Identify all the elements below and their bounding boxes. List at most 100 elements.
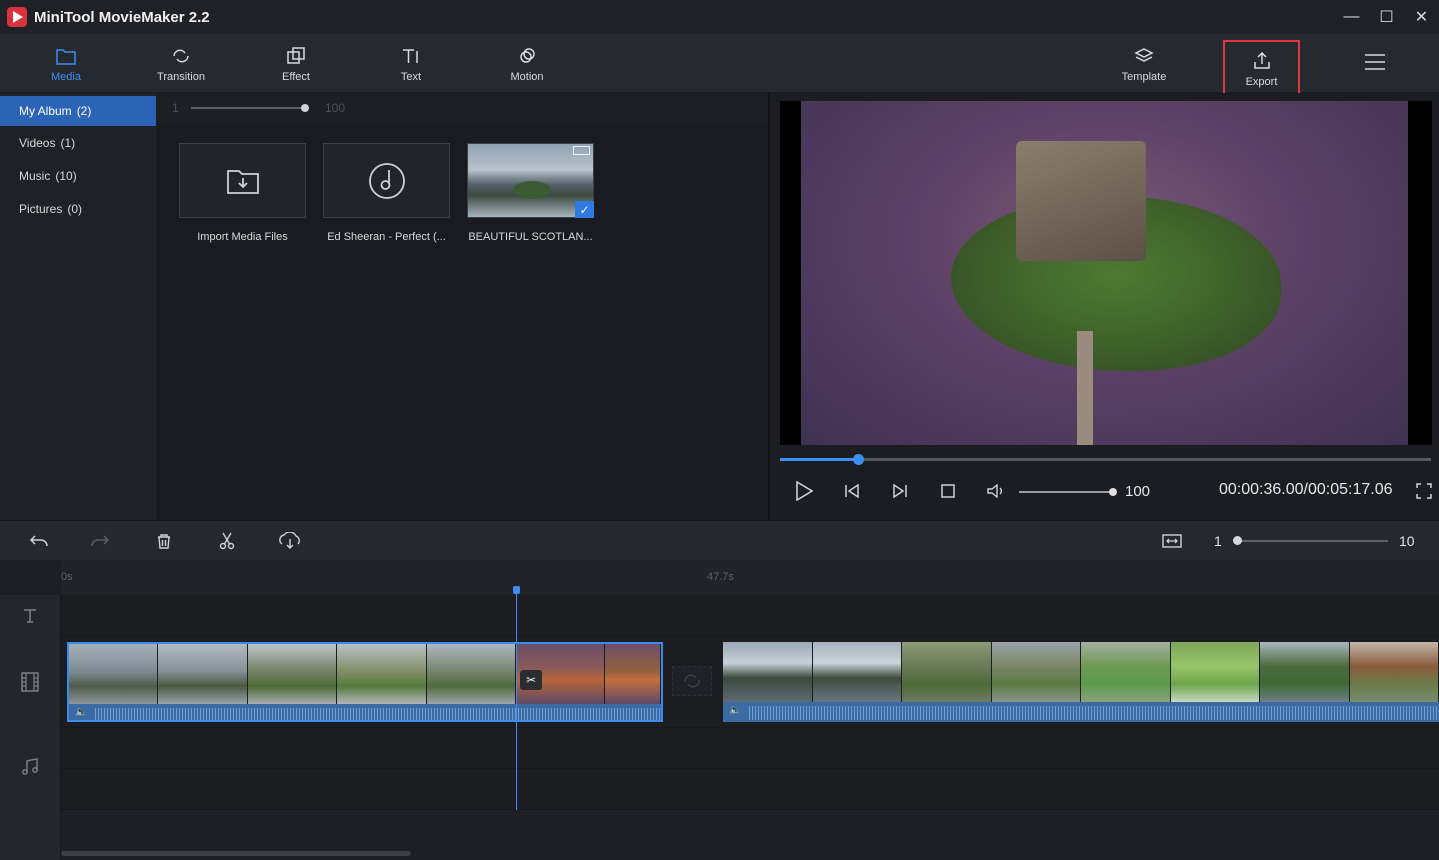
- thumbnail-size-handle[interactable]: [301, 104, 309, 112]
- video-clip[interactable]: 🔈: [723, 642, 1439, 722]
- tab-motion[interactable]: Motion: [482, 34, 572, 93]
- sidebar-item-count: (0): [67, 201, 83, 216]
- audio-speaker-icon: 🔈: [729, 705, 742, 716]
- text-icon: [400, 45, 422, 67]
- timeline-ruler[interactable]: 0s 47.7s: [61, 560, 1439, 595]
- tab-text[interactable]: Text: [366, 34, 456, 93]
- seek-bar[interactable]: [780, 458, 1431, 461]
- timeline-zoom-slider[interactable]: [1238, 540, 1388, 542]
- import-folder-icon: [226, 169, 259, 194]
- waveform: [749, 706, 1439, 720]
- window-controls: — ☐ ✕: [1334, 0, 1439, 34]
- clip-frame: [1170, 642, 1260, 702]
- clip-frames: [69, 644, 661, 704]
- close-button[interactable]: ✕: [1404, 0, 1439, 34]
- clip-frame: [158, 644, 248, 704]
- music-track-icon: [19, 757, 41, 777]
- music-thumb[interactable]: [323, 143, 450, 218]
- clip-frame: [426, 644, 516, 704]
- import-media-card[interactable]: Import Media Files: [179, 143, 306, 243]
- transition-placeholder-icon: [684, 674, 700, 688]
- media-item-video[interactable]: ✓ BEAUTIFUL SCOTLAN...: [467, 143, 594, 243]
- thumbnail-size-min: 1: [172, 101, 179, 115]
- export-label: Export: [1245, 75, 1278, 88]
- text-track-icon: [19, 606, 41, 626]
- media-label: Import Media Files: [197, 231, 288, 243]
- step-back-icon: [845, 484, 859, 498]
- tab-effect-label: Effect: [282, 70, 310, 83]
- clip-frames: [723, 642, 1439, 702]
- timeline-scrollbar[interactable]: [61, 851, 411, 856]
- folder-icon: [55, 45, 77, 67]
- music-track[interactable]: [61, 728, 1439, 769]
- scissors-icon: [219, 532, 235, 550]
- volume-button[interactable]: [983, 480, 1009, 502]
- playhead[interactable]: [516, 590, 517, 810]
- sidebar-item-count: (10): [55, 168, 77, 183]
- island-thumbnail-shape: [513, 181, 551, 199]
- ruler-label-start: 0s: [61, 571, 73, 583]
- redo-button[interactable]: [88, 530, 112, 552]
- export-button[interactable]: Export: [1223, 40, 1300, 97]
- waveform: [95, 708, 661, 720]
- sidebar-item-count: (2): [76, 104, 92, 118]
- thumbnail-size-slider: 1 100: [158, 93, 768, 123]
- clip-frame: [247, 644, 338, 704]
- clip-audio-waveform: 🔈: [723, 702, 1439, 722]
- video-type-icon: [573, 146, 590, 155]
- tab-effect[interactable]: Effect: [251, 34, 341, 93]
- fullscreen-icon[interactable]: [1416, 483, 1432, 499]
- timeline-toolbar: 1 10: [0, 520, 1439, 560]
- transition-slot[interactable]: [672, 666, 712, 696]
- minimize-button[interactable]: —: [1334, 0, 1369, 34]
- clip-frame: [605, 644, 661, 704]
- next-frame-button[interactable]: [887, 480, 913, 502]
- timeline-zoom-max: 10: [1399, 533, 1415, 549]
- previous-frame-button[interactable]: [839, 480, 865, 502]
- split-button[interactable]: [215, 530, 239, 552]
- template-button[interactable]: Template: [1099, 34, 1189, 93]
- main-toolbar: Media Transition Effect Text Motion Temp…: [0, 34, 1439, 97]
- maximize-button[interactable]: ☐: [1369, 0, 1404, 34]
- clip-frame: [723, 642, 813, 702]
- thumbnail-size-max: 100: [325, 101, 346, 115]
- delete-button[interactable]: [152, 530, 176, 552]
- step-forward-icon: [893, 484, 907, 498]
- tab-transition[interactable]: Transition: [136, 34, 226, 93]
- undo-button[interactable]: [27, 530, 51, 552]
- checkmark-icon: ✓: [575, 201, 594, 218]
- timeline-zoom-handle[interactable]: [1233, 536, 1242, 545]
- split-marker-icon[interactable]: ✂: [520, 670, 542, 690]
- causeway-shape: [1077, 331, 1093, 445]
- app-logo-icon: [7, 7, 27, 27]
- clip-frame: [1260, 642, 1350, 702]
- fit-timeline-button[interactable]: [1160, 530, 1184, 552]
- music-track-2[interactable]: [61, 769, 1439, 810]
- tab-media[interactable]: Media: [21, 34, 111, 93]
- play-button[interactable]: [791, 480, 817, 502]
- stop-button[interactable]: [935, 480, 961, 502]
- text-track[interactable]: [61, 595, 1439, 636]
- video-clip[interactable]: 🔈: [67, 642, 663, 722]
- sidebar-item-videos[interactable]: Videos (1): [0, 126, 157, 159]
- volume-handle[interactable]: [1109, 488, 1117, 496]
- time-readout: 00:00:36.00/00:05:17.06: [1219, 481, 1393, 498]
- sidebar-item-my-album[interactable]: My Album (2): [0, 96, 156, 126]
- video-thumb[interactable]: ✓: [467, 143, 594, 218]
- tab-transition-label: Transition: [157, 70, 205, 83]
- seek-handle[interactable]: [853, 454, 865, 465]
- media-library: 1 100 Import Media Files Ed Sheeran - Pe…: [158, 93, 768, 520]
- export-icon: [1251, 50, 1273, 72]
- effect-icon: [285, 45, 307, 67]
- import-thumb[interactable]: [179, 143, 306, 218]
- title-bar: MiniTool MovieMaker 2.2 — ☐ ✕: [0, 0, 1439, 34]
- tab-motion-label: Motion: [510, 70, 544, 83]
- audio-button[interactable]: [276, 530, 304, 552]
- sidebar-item-pictures[interactable]: Pictures (0): [0, 192, 157, 225]
- volume-slider[interactable]: [1019, 491, 1113, 493]
- media-item-music[interactable]: Ed Sheeran - Perfect (...: [323, 143, 450, 243]
- sidebar-item-music[interactable]: Music (10): [0, 159, 157, 192]
- menu-button[interactable]: [1330, 34, 1420, 93]
- clip-frame: [1081, 642, 1171, 702]
- thumbnail-size-track[interactable]: [191, 107, 305, 109]
